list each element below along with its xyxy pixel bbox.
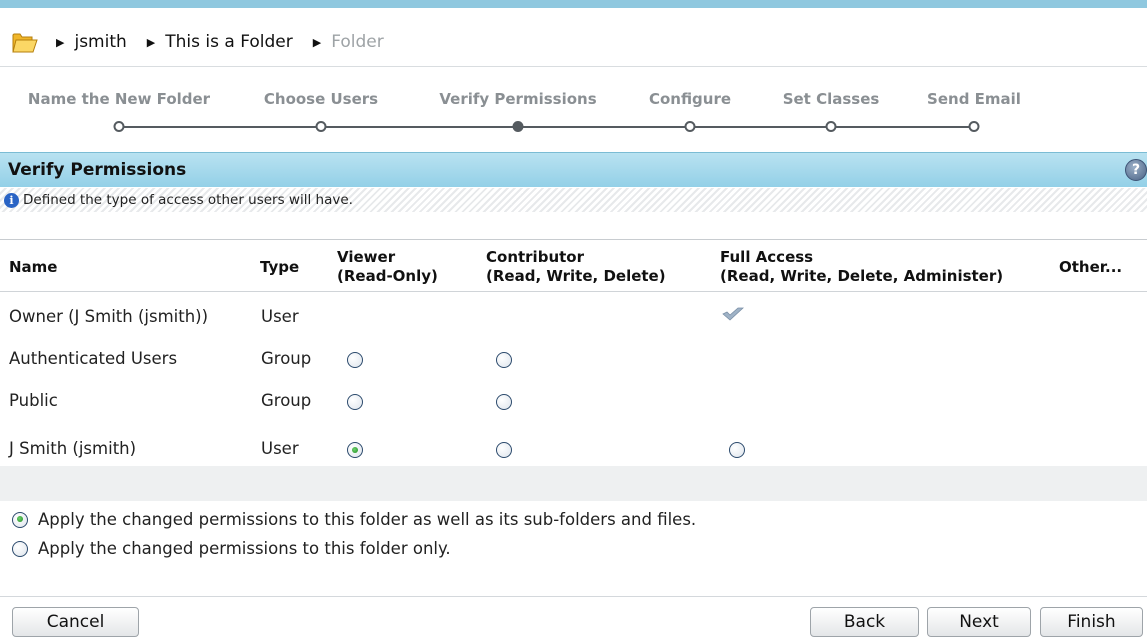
triangle-right-icon: ▶ — [312, 35, 322, 49]
finish-button[interactable]: Finish — [1040, 607, 1143, 637]
row-type: User — [261, 439, 299, 458]
full-access-radio[interactable] — [729, 442, 745, 458]
viewer-radio[interactable] — [347, 352, 363, 368]
row-type: User — [261, 307, 299, 326]
section-header: Verify Permissions ? — [0, 152, 1147, 187]
row-type: Group — [261, 391, 312, 410]
row-name: J Smith (jsmith) — [9, 439, 137, 458]
info-bar: i Defined the type of access other users… — [0, 188, 1147, 212]
step-dot-verify-permissions-current — [512, 121, 524, 132]
column-header-contributor-line2: (Read, Write, Delete) — [486, 267, 666, 285]
scope-option-folder-only[interactable]: Apply the changed permissions to this fo… — [12, 539, 451, 558]
breadcrumb: ▶ jsmith ▶ This is a Folder ▶ Folder — [12, 24, 400, 60]
row-name: Owner (J Smith (jsmith)) — [9, 307, 209, 326]
scope-label-folder-only: Apply the changed permissions to this fo… — [38, 539, 451, 558]
triangle-right-icon: ▶ — [56, 35, 65, 49]
scope-label-recursive: Apply the changed permissions to this fo… — [38, 510, 697, 529]
contributor-radio[interactable] — [496, 394, 512, 410]
column-header-name: Name — [9, 258, 58, 276]
column-header-contributor: Contributor (Read, Write, Delete) — [486, 248, 666, 286]
footer-divider — [0, 596, 1147, 597]
scope-option-recursive[interactable]: Apply the changed permissions to this fo… — [12, 510, 696, 529]
column-header-viewer: Viewer (Read-Only) — [337, 248, 438, 286]
column-header-full-access-line1: Full Access — [720, 248, 814, 266]
column-header-contributor-line1: Contributor — [486, 248, 584, 266]
column-header-full-access: Full Access (Read, Write, Delete, Admini… — [720, 248, 1003, 286]
wizard-track — [119, 126, 977, 128]
breadcrumb-divider — [0, 66, 1147, 67]
viewer-radio[interactable] — [347, 394, 363, 410]
contributor-radio[interactable] — [496, 442, 512, 458]
column-header-full-access-line2: (Read, Write, Delete, Administer) — [720, 267, 1004, 285]
step-dot-set-classes — [825, 121, 837, 132]
step-label-name: Name the New Folder — [27, 90, 211, 108]
next-button[interactable]: Next — [927, 607, 1031, 637]
section-title: Verify Permissions — [8, 160, 187, 180]
step-dot-configure — [684, 121, 696, 132]
scope-radio-folder-only[interactable] — [12, 540, 28, 557]
step-label-configure: Configure — [648, 90, 732, 108]
table-header-divider — [0, 291, 1147, 292]
info-text: Defined the type of access other users w… — [23, 192, 353, 208]
column-header-other[interactable]: Other... — [1059, 258, 1122, 277]
top-strip — [0, 0, 1147, 8]
viewer-radio-selected[interactable] — [347, 442, 363, 458]
breadcrumb-item-current: Folder — [331, 32, 384, 52]
help-icon[interactable]: ? — [1125, 159, 1147, 181]
column-header-viewer-line1: Viewer — [337, 248, 396, 266]
step-dot-send-email — [968, 121, 980, 132]
scope-radio-recursive[interactable] — [12, 511, 28, 528]
cancel-button[interactable]: Cancel — [12, 607, 139, 637]
step-label-verify-permissions: Verify Permissions — [439, 90, 597, 108]
breadcrumb-item-parent-folder[interactable]: This is a Folder — [165, 32, 292, 52]
step-label-send-email: Send Email — [927, 90, 1021, 108]
row-type: Group — [261, 349, 312, 368]
checkmark-icon — [722, 307, 744, 321]
column-header-viewer-line2: (Read-Only) — [337, 267, 438, 285]
open-folder-icon[interactable] — [12, 31, 38, 53]
breadcrumb-item-user[interactable]: jsmith — [74, 32, 126, 52]
step-dot-choose-users — [315, 121, 327, 132]
triangle-right-icon: ▶ — [146, 35, 156, 49]
table-footer — [0, 466, 1147, 501]
back-button[interactable]: Back — [810, 607, 919, 637]
step-label-choose-users: Choose Users — [263, 90, 379, 108]
contributor-radio[interactable] — [496, 352, 512, 368]
info-icon: i — [4, 192, 19, 208]
column-header-type: Type — [260, 258, 300, 276]
row-name: Authenticated Users — [9, 349, 178, 368]
step-label-set-classes: Set Classes — [782, 90, 880, 108]
permissions-table: Name Type Viewer (Read-Only) Contributor… — [0, 239, 1147, 501]
row-name: Public — [9, 391, 58, 410]
step-dot-name — [113, 121, 125, 132]
